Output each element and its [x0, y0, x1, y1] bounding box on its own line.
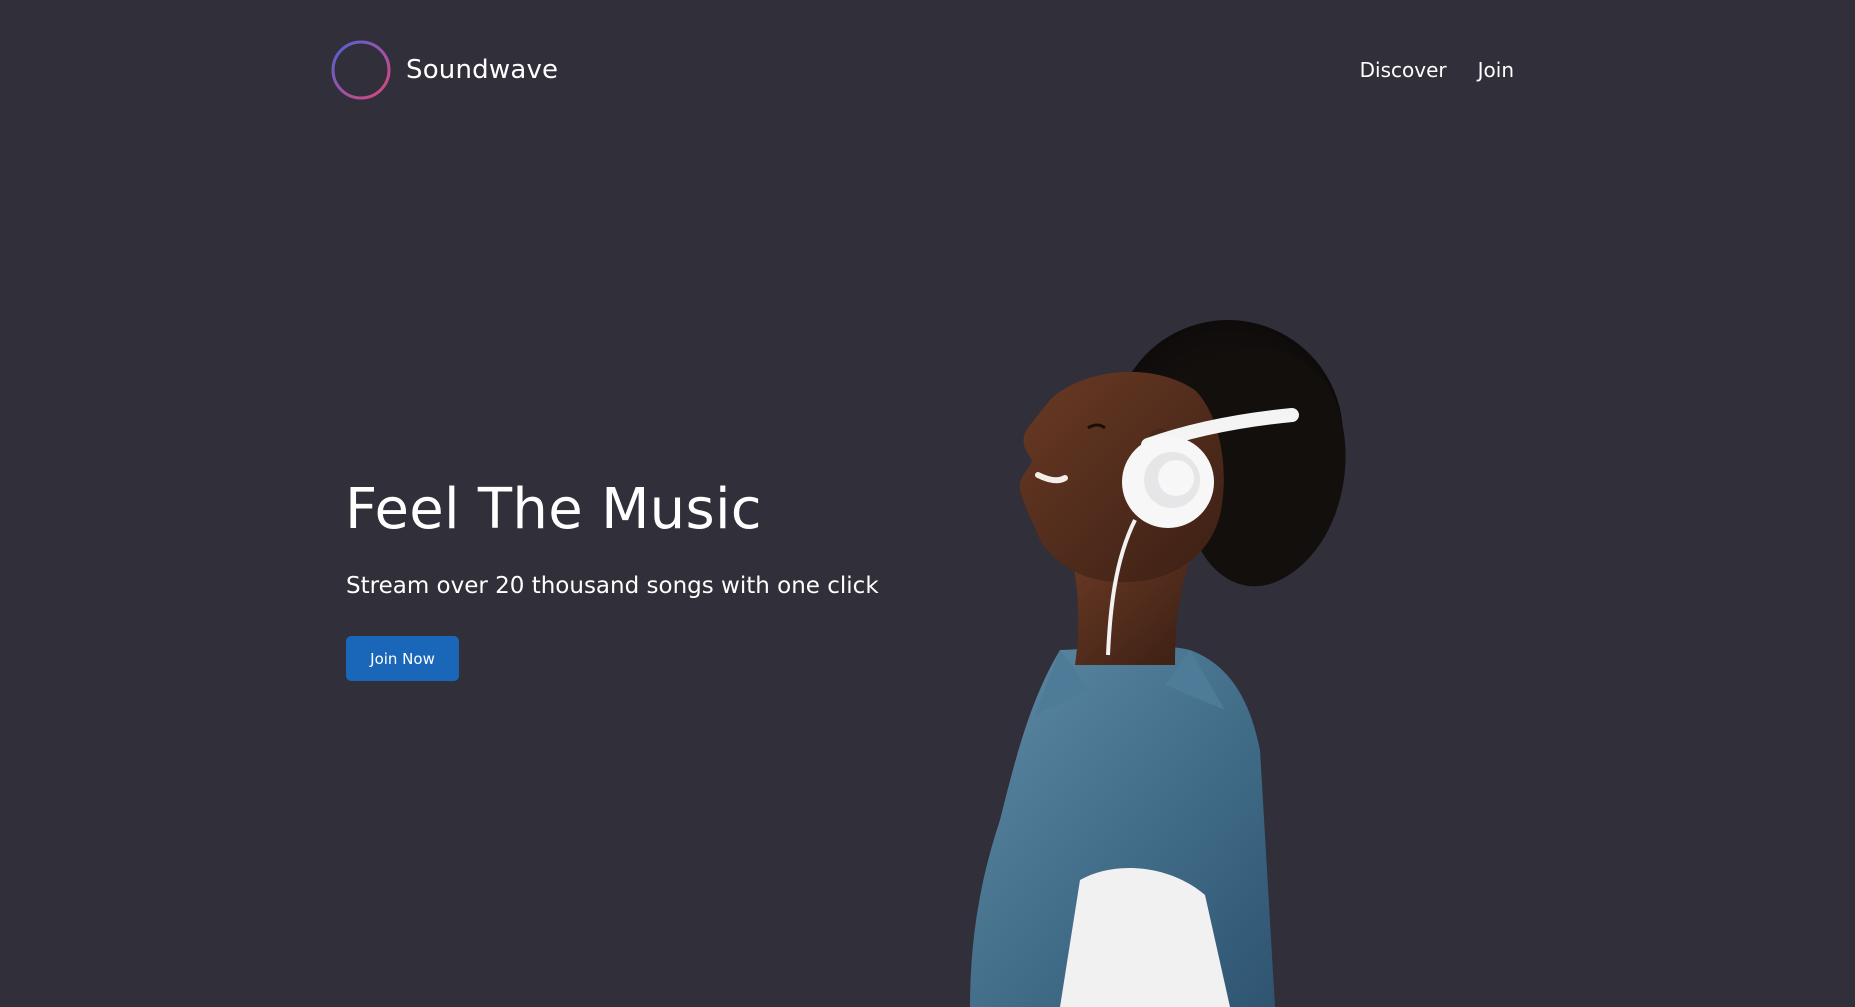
brand-name: Soundwave: [406, 55, 559, 85]
nav-item-discover[interactable]: Discover: [1360, 56, 1447, 84]
main-nav: Discover Join: [1360, 56, 1514, 84]
site-header: Soundwave Discover Join: [0, 0, 1855, 140]
brand-logo-link[interactable]: Soundwave: [330, 39, 558, 101]
hero-subtitle: Stream over 20 thousand songs with one c…: [346, 573, 879, 599]
landing-page: Soundwave Discover Join Feel The Music S…: [0, 0, 1855, 1007]
man-with-headphones-photo: [970, 320, 1346, 1007]
nav-item-join[interactable]: Join: [1478, 56, 1514, 84]
hero-title: Feel The Music: [345, 477, 762, 542]
soundwave-logo-icon: [331, 40, 391, 100]
join-now-button[interactable]: Join Now: [346, 636, 459, 681]
